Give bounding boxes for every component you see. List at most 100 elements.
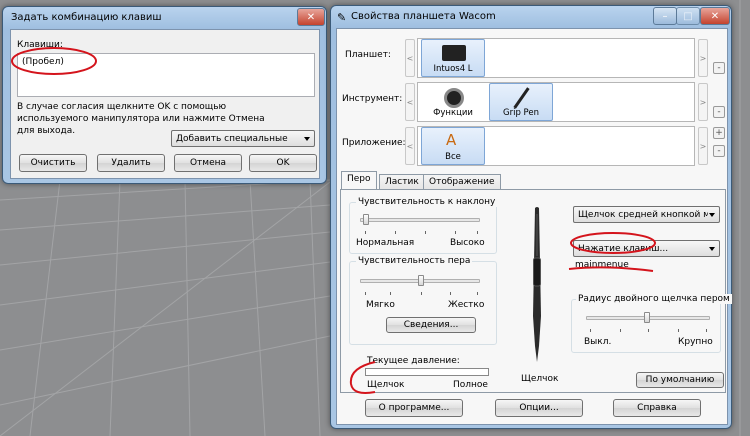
tool-pen-label: Grip Pen [503, 108, 539, 118]
pressure-bar [365, 368, 489, 376]
help-button[interactable]: Справка [613, 399, 701, 417]
add-special-label: Добавить специальные [176, 133, 288, 144]
chevron-down-icon [709, 246, 715, 251]
ok-button[interactable]: OK [249, 154, 317, 172]
shortcut-dialog-title: Задать комбинацию клавиш [11, 12, 162, 23]
double-click-tick [648, 329, 649, 332]
close-button[interactable]: ✕ [700, 7, 730, 25]
double-click-title: Радиус двойного щелчка пером [576, 294, 732, 304]
tilt-tick [395, 231, 396, 234]
tool-strip: Функции Grip Pen [417, 82, 695, 122]
tool-scroll-left[interactable]: < [405, 83, 415, 121]
app-all[interactable]: A Все [421, 127, 485, 165]
shortcut-dialog: Задать комбинацию клавиш ✕ Клавиши: (Про… [2, 6, 327, 184]
tablet-row-label: Планшет: [345, 50, 391, 60]
tablet-icon [442, 45, 466, 61]
app-remove-button[interactable]: - [713, 145, 725, 157]
double-click-group: Радиус двойного щелчка пером Выкл. Крупн… [571, 294, 732, 353]
app-add-button[interactable]: + [713, 127, 725, 139]
maximize-button[interactable]: □ [676, 7, 700, 25]
double-click-tick [590, 329, 591, 332]
pen-feel-tick [421, 292, 422, 295]
middle-button-value: Щелчок средней кнопкой мы [578, 209, 708, 220]
tab-panel: Чувствительность к наклону Нормальная Вы… [340, 189, 732, 393]
wacom-body: Планшет: < Intuos4 L > - Инструмент: < Ф… [336, 28, 732, 425]
tool-scroll-right[interactable]: > [698, 83, 708, 121]
close-icon: ✕ [306, 11, 316, 23]
close-button[interactable]: ✕ [297, 8, 325, 26]
tilt-high-label: Высоко [450, 238, 485, 248]
keystroke-dropdown[interactable]: Нажатие клавиш... [573, 240, 720, 257]
tool-remove-button[interactable]: - [713, 106, 725, 118]
delete-button[interactable]: Удалить [97, 154, 165, 172]
applications-icon: A [446, 131, 457, 149]
tab-mapping[interactable]: Отображение [423, 174, 501, 190]
maximize-icon: □ [683, 10, 693, 22]
tablet-scroll-left[interactable]: < [405, 39, 415, 77]
tilt-tick [425, 231, 426, 234]
tablet-remove-button[interactable]: - [713, 62, 725, 74]
tilt-tick [365, 231, 366, 234]
wacom-app-icon: ✎ [337, 11, 347, 24]
functions-icon [444, 88, 464, 108]
tablet-name: Intuos4 L [433, 64, 473, 74]
tab-eraser[interactable]: Ластик [379, 174, 425, 190]
wacom-window-title: Свойства планшета Wacom [351, 11, 496, 22]
app-strip: A Все [417, 126, 695, 166]
pen-tip-label: Щелчок [521, 374, 559, 384]
pen-feel-tick [477, 292, 478, 295]
pen-feel-tick [365, 292, 366, 295]
pen-icon [513, 87, 530, 109]
pressure-high-label: Полное [453, 380, 488, 390]
details-button[interactable]: Сведения... [386, 317, 476, 333]
tilt-track [360, 218, 480, 222]
pressure-title: Текущее давление: [367, 356, 460, 366]
defaults-button[interactable]: По умолчанию [636, 372, 724, 388]
double-click-tick [678, 329, 679, 332]
clear-button[interactable]: Очистить [19, 154, 87, 172]
pen-feel-high-label: Жестко [448, 300, 485, 310]
cancel-button[interactable]: Отмена [174, 154, 242, 172]
keystroke-name: mainmenue [575, 260, 629, 270]
chevron-down-icon [304, 136, 310, 141]
close-icon: ✕ [710, 10, 720, 22]
minimize-button[interactable]: – [653, 7, 677, 25]
pen-feel-slider[interactable] [418, 275, 424, 286]
shortcut-dialog-body: Клавиши: (Пробел) В случае согласия щелк… [10, 29, 320, 179]
tilt-group: Чувствительность к наклону Нормальная Вы… [349, 197, 498, 254]
tablet-scroll-right[interactable]: > [698, 39, 708, 77]
pen-feel-title: Чувствительность пера [356, 256, 473, 266]
app-all-label: Все [445, 152, 461, 162]
tilt-tick [455, 231, 456, 234]
tool-functions-label: Функции [433, 108, 473, 118]
keystroke-value: Нажатие клавиш... [578, 243, 669, 254]
minimize-icon: – [662, 10, 668, 22]
about-button[interactable]: О программе... [365, 399, 463, 417]
pen-illustration [533, 207, 541, 362]
pen-feel-tick [450, 292, 451, 295]
app-scroll-right[interactable]: > [698, 127, 708, 165]
middle-button-dropdown[interactable]: Щелчок средней кнопкой мы [573, 206, 720, 223]
keys-value: (Пробел) [22, 57, 64, 67]
tilt-title: Чувствительность к наклону [356, 197, 498, 207]
options-button[interactable]: Опции... [495, 399, 583, 417]
app-row-label: Приложение: [342, 138, 406, 148]
double-click-low-label: Выкл. [584, 337, 612, 347]
tablet-strip: Intuos4 L [417, 38, 695, 78]
pressure-low-label: Щелчок [367, 380, 405, 390]
double-click-slider[interactable] [644, 312, 650, 323]
add-special-dropdown[interactable]: Добавить специальные [171, 130, 315, 147]
keys-field[interactable]: (Пробел) [17, 53, 315, 97]
double-click-tick [620, 329, 621, 332]
app-scroll-left[interactable]: < [405, 127, 415, 165]
wacom-window: ✎ Свойства планшета Wacom – □ ✕ Планшет:… [330, 5, 732, 429]
tab-pen[interactable]: Перо [341, 171, 377, 189]
tablet-intuos4[interactable]: Intuos4 L [421, 39, 485, 77]
tool-grip-pen[interactable]: Grip Pen [489, 83, 553, 121]
tool-row-label: Инструмент: [342, 94, 403, 104]
pen-feel-low-label: Мягко [366, 300, 395, 310]
pen-feel-group: Чувствительность пера Мягко Жестко Сведе… [349, 256, 497, 345]
double-click-high-label: Крупно [678, 337, 713, 347]
tool-functions[interactable]: Функции [421, 83, 485, 121]
tilt-slider[interactable] [363, 214, 369, 225]
